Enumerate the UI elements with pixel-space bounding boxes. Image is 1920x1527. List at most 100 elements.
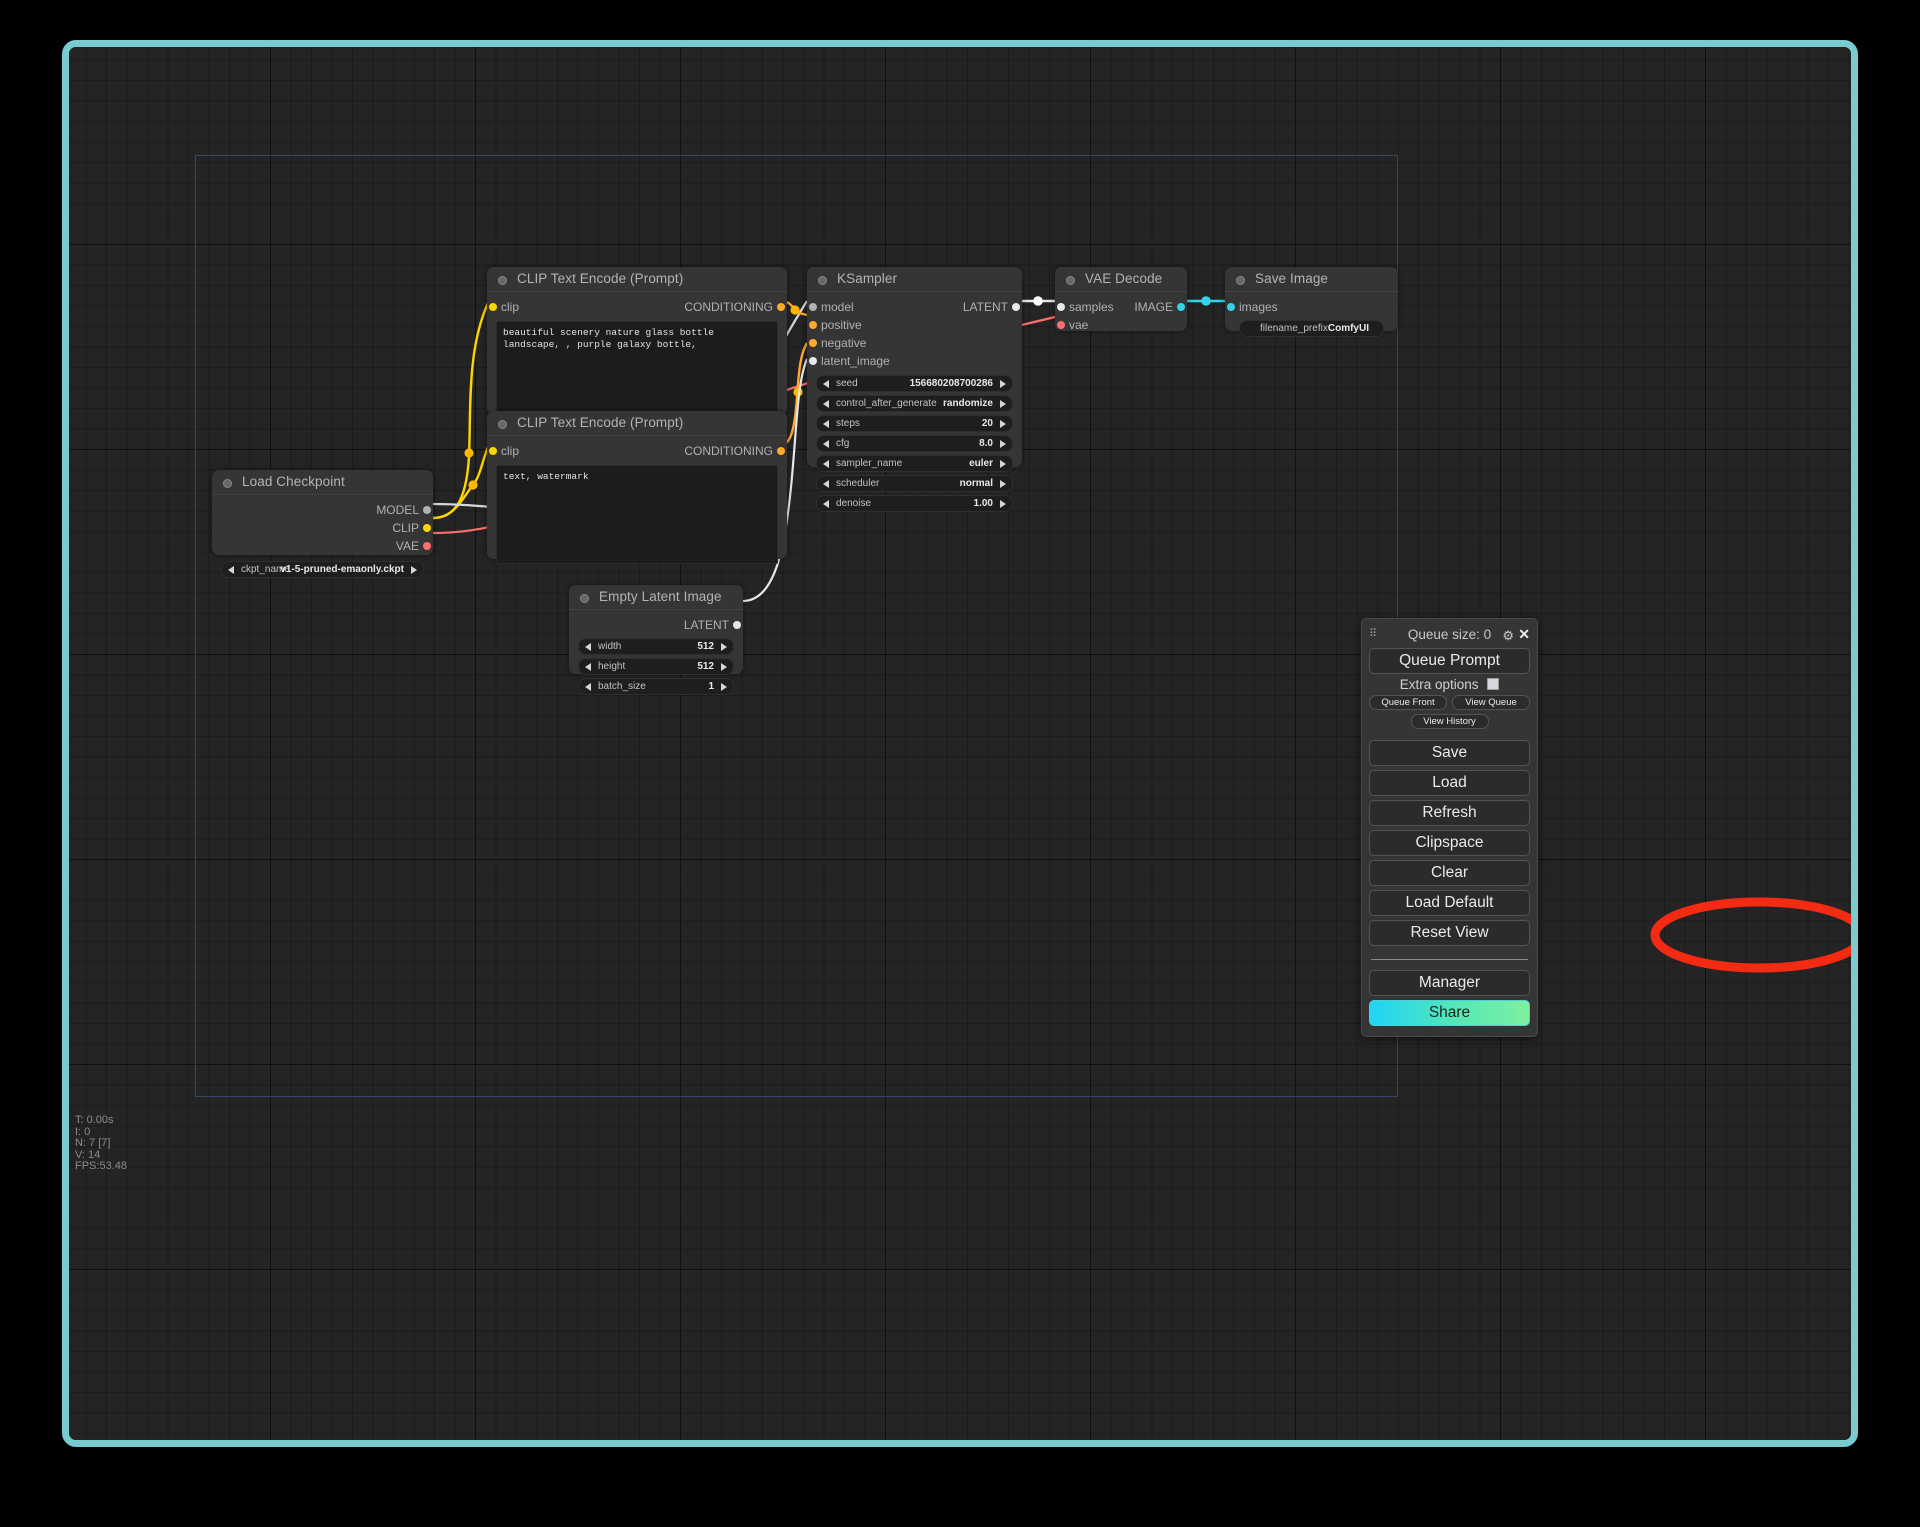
input-slot-vae[interactable]: vae xyxy=(1069,316,1088,334)
increment-arrow-icon[interactable] xyxy=(1000,380,1006,388)
node-title-bar[interactable]: Save Image xyxy=(1225,267,1398,292)
comfyui-menu-panel[interactable]: ⠿ Queue size: 0 ⚙ ✕ Queue Prompt Extra o… xyxy=(1361,618,1538,1037)
extra-options-row[interactable]: Extra options xyxy=(1369,677,1530,692)
drag-handle-icon[interactable]: ⠿ xyxy=(1369,628,1376,641)
output-slot-latent[interactable]: LATENT xyxy=(963,298,1008,316)
node-collapse-icon[interactable] xyxy=(223,479,232,488)
view-queue-button[interactable]: View Queue xyxy=(1452,695,1530,710)
node-collapse-icon[interactable] xyxy=(498,420,507,429)
latent-port-icon[interactable] xyxy=(809,357,817,365)
output-slot-latent[interactable]: LATENT xyxy=(684,616,729,634)
node-title-bar[interactable]: VAE Decode xyxy=(1055,267,1187,292)
widget-sampler-name[interactable]: sampler_name euler xyxy=(816,455,1013,472)
input-slot-clip[interactable]: clip xyxy=(501,298,519,316)
clip-port-icon[interactable] xyxy=(489,447,497,455)
node-save-image[interactable]: Save Image images filename_prefix ComfyU… xyxy=(1225,267,1398,331)
input-slot-latent-image[interactable]: latent_image xyxy=(821,352,890,370)
widget-batch-size[interactable]: batch_size 1 xyxy=(578,678,734,695)
input-slot-samples[interactable]: samples xyxy=(1069,298,1114,316)
increment-arrow-icon[interactable] xyxy=(1000,440,1006,448)
node-title-bar[interactable]: CLIP Text Encode (Prompt) xyxy=(487,411,787,436)
increment-arrow-icon[interactable] xyxy=(411,566,417,574)
decrement-arrow-icon[interactable] xyxy=(823,460,829,468)
decrement-arrow-icon[interactable] xyxy=(228,566,234,574)
output-slot-vae[interactable]: VAE xyxy=(396,537,419,555)
output-slot-clip[interactable]: CLIP xyxy=(392,519,419,537)
input-slot-clip[interactable]: clip xyxy=(501,442,519,460)
load-default-button[interactable]: Load Default xyxy=(1369,890,1530,916)
model-port-icon[interactable] xyxy=(423,506,431,514)
decrement-arrow-icon[interactable] xyxy=(823,500,829,508)
save-button[interactable]: Save xyxy=(1369,740,1530,766)
output-slot-image[interactable]: IMAGE xyxy=(1134,298,1173,316)
widget-height[interactable]: height 512 xyxy=(578,658,734,675)
decrement-arrow-icon[interactable] xyxy=(585,643,591,651)
input-slot-positive[interactable]: positive xyxy=(821,316,862,334)
node-collapse-icon[interactable] xyxy=(1066,276,1075,285)
clip-port-icon[interactable] xyxy=(423,524,431,532)
increment-arrow-icon[interactable] xyxy=(721,683,727,691)
output-slot-conditioning[interactable]: CONDITIONING xyxy=(684,298,773,316)
node-title-bar[interactable]: CLIP Text Encode (Prompt) xyxy=(487,267,787,292)
latent-port-icon[interactable] xyxy=(1057,303,1065,311)
node-collapse-icon[interactable] xyxy=(1236,276,1245,285)
widget-steps[interactable]: steps 20 xyxy=(816,415,1013,432)
input-slot-images[interactable]: images xyxy=(1239,298,1278,316)
increment-arrow-icon[interactable] xyxy=(721,663,727,671)
increment-arrow-icon[interactable] xyxy=(721,643,727,651)
prompt-textarea-negative[interactable]: text, watermark xyxy=(496,465,778,564)
widget-denoise[interactable]: denoise 1.00 xyxy=(816,495,1013,512)
view-history-button[interactable]: View History xyxy=(1411,714,1489,729)
clear-button[interactable]: Clear xyxy=(1369,860,1530,886)
decrement-arrow-icon[interactable] xyxy=(823,400,829,408)
node-empty-latent-image[interactable]: Empty Latent Image LATENT width 512 xyxy=(569,585,743,674)
conditioning-port-icon[interactable] xyxy=(809,321,817,329)
widget-seed[interactable]: seed 156680208700286 xyxy=(816,375,1013,392)
manager-button[interactable]: Manager xyxy=(1369,970,1530,996)
image-port-icon[interactable] xyxy=(1177,303,1185,311)
gear-icon[interactable]: ⚙ xyxy=(1502,626,1514,645)
increment-arrow-icon[interactable] xyxy=(1000,480,1006,488)
reset-view-button[interactable]: Reset View xyxy=(1369,920,1530,946)
increment-arrow-icon[interactable] xyxy=(1000,460,1006,468)
menu-header[interactable]: ⠿ Queue size: 0 ⚙ ✕ xyxy=(1369,625,1530,644)
load-button[interactable]: Load xyxy=(1369,770,1530,796)
vae-port-icon[interactable] xyxy=(1057,321,1065,329)
widget-control-after-generate[interactable]: control_after_generate randomize xyxy=(816,395,1013,412)
node-collapse-icon[interactable] xyxy=(818,276,827,285)
node-clip-text-encode-negative[interactable]: CLIP Text Encode (Prompt) clip CONDITION… xyxy=(487,411,787,559)
share-button[interactable]: Share xyxy=(1369,1000,1530,1026)
node-clip-text-encode-positive[interactable]: CLIP Text Encode (Prompt) clip CONDITION… xyxy=(487,267,787,415)
widget-filename-prefix[interactable]: filename_prefix ComfyUI xyxy=(1239,320,1384,337)
decrement-arrow-icon[interactable] xyxy=(823,420,829,428)
queue-prompt-button[interactable]: Queue Prompt xyxy=(1369,648,1530,674)
decrement-arrow-icon[interactable] xyxy=(585,663,591,671)
input-slot-negative[interactable]: negative xyxy=(821,334,866,352)
widget-scheduler[interactable]: scheduler normal xyxy=(816,475,1013,492)
model-port-icon[interactable] xyxy=(809,303,817,311)
conditioning-port-icon[interactable] xyxy=(777,447,785,455)
output-slot-conditioning[interactable]: CONDITIONING xyxy=(684,442,773,460)
node-title-bar[interactable]: Empty Latent Image xyxy=(569,585,743,610)
prompt-textarea-positive[interactable]: beautiful scenery nature glass bottle la… xyxy=(496,321,778,420)
image-port-icon[interactable] xyxy=(1227,303,1235,311)
widget-ckpt-name[interactable]: ckpt_name v1-5-pruned-emaonly.ckpt xyxy=(221,561,424,578)
latent-port-icon[interactable] xyxy=(1012,303,1020,311)
decrement-arrow-icon[interactable] xyxy=(823,380,829,388)
close-icon[interactable]: ✕ xyxy=(1518,625,1530,644)
increment-arrow-icon[interactable] xyxy=(1000,400,1006,408)
vae-port-icon[interactable] xyxy=(423,542,431,550)
conditioning-port-icon[interactable] xyxy=(809,339,817,347)
node-load-checkpoint[interactable]: Load Checkpoint MODEL CLIP xyxy=(212,470,433,555)
latent-port-icon[interactable] xyxy=(733,621,741,629)
queue-front-button[interactable]: Queue Front xyxy=(1369,695,1447,710)
refresh-button[interactable]: Refresh xyxy=(1369,800,1530,826)
node-title-bar[interactable]: KSampler xyxy=(807,267,1022,292)
node-collapse-icon[interactable] xyxy=(498,276,507,285)
clipspace-button[interactable]: Clipspace xyxy=(1369,830,1530,856)
decrement-arrow-icon[interactable] xyxy=(585,683,591,691)
increment-arrow-icon[interactable] xyxy=(1000,500,1006,508)
increment-arrow-icon[interactable] xyxy=(1000,420,1006,428)
input-slot-model[interactable]: model xyxy=(821,298,854,316)
widget-cfg[interactable]: cfg 8.0 xyxy=(816,435,1013,452)
